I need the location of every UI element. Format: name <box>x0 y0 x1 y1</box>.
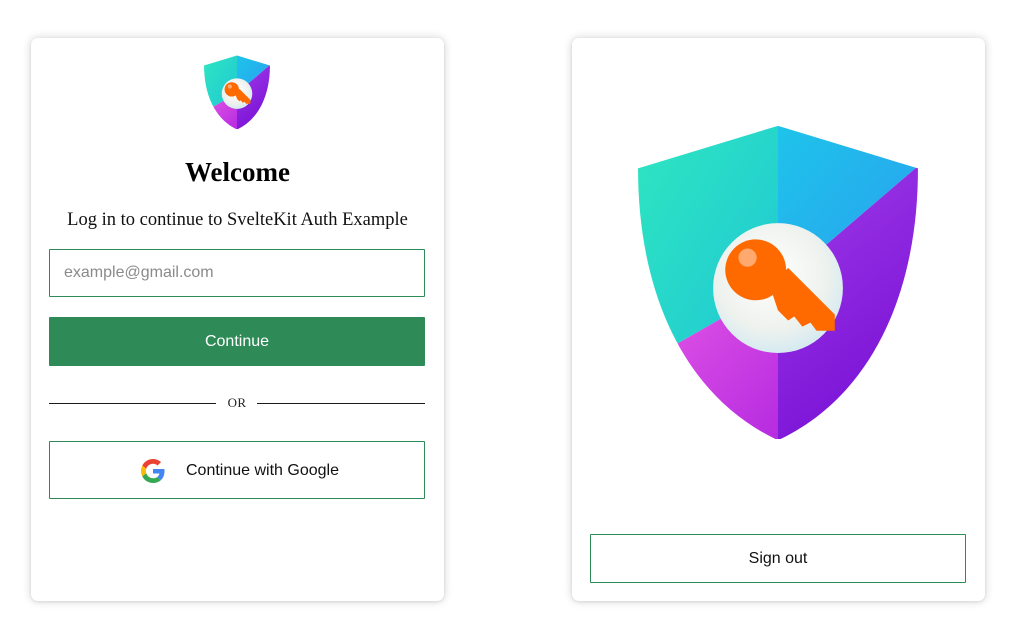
shield-key-icon <box>204 55 270 129</box>
continue-button[interactable]: Continue <box>49 317 425 366</box>
or-divider: OR <box>49 393 425 413</box>
shield-key-icon <box>638 125 918 439</box>
login-card: Welcome Log in to continue to SvelteKit … <box>31 38 444 601</box>
login-subtitle: Log in to continue to SvelteKit Auth Exa… <box>67 210 408 230</box>
session-card: Sign out <box>572 38 985 601</box>
sign-out-button[interactable]: Sign out <box>590 534 966 583</box>
page-title: Welcome <box>185 157 290 187</box>
email-input[interactable] <box>49 249 425 297</box>
divider-line-right <box>257 403 425 404</box>
continue-with-google-button[interactable]: Continue with Google <box>49 441 425 499</box>
google-icon <box>141 459 165 483</box>
google-button-label: Continue with Google <box>186 462 339 479</box>
